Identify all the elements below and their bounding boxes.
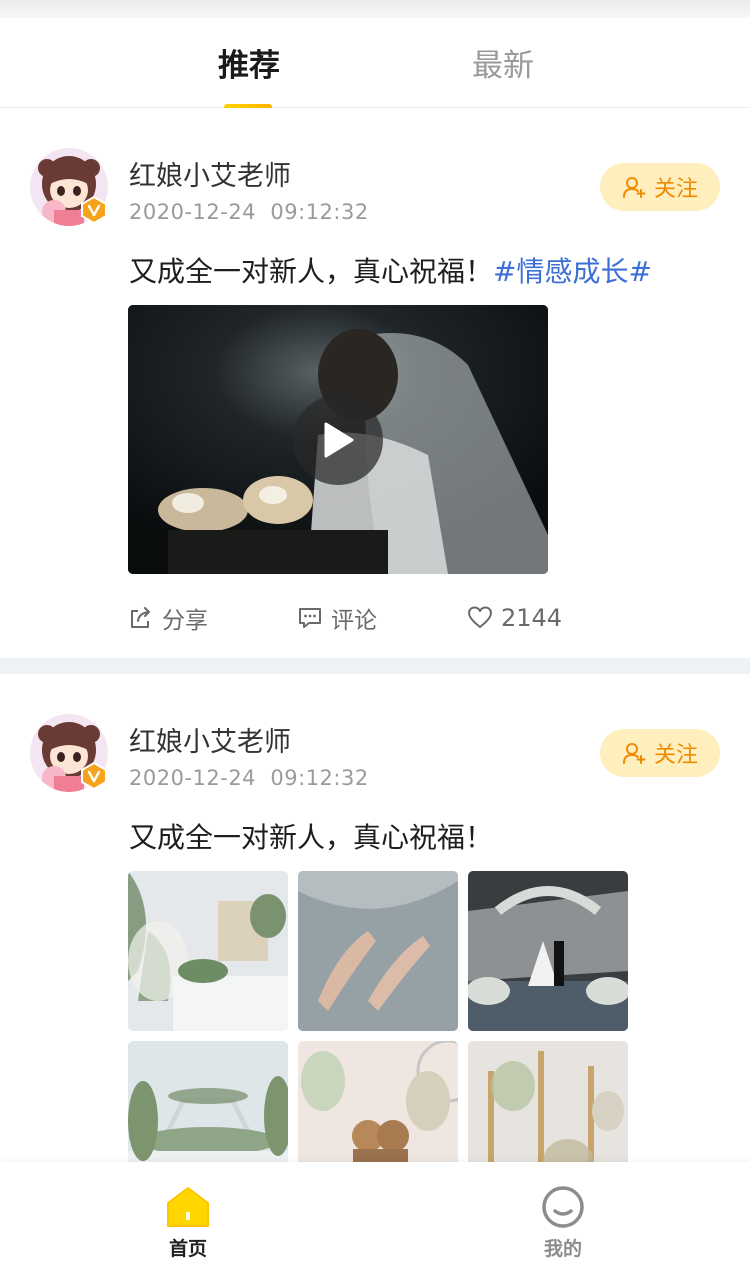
top-tab-bar: 推荐 最新 [0, 18, 750, 109]
grid-image-teddy-bears[interactable] [298, 1041, 458, 1162]
tab-latest[interactable]: 最新 [472, 44, 534, 88]
verified-badge-icon [81, 196, 107, 224]
feed-post: 红娘小艾老师 2020-12-24 09:12:32 关注 又成全一对新人，真心… [0, 108, 750, 658]
add-user-icon [622, 743, 646, 764]
verified-badge-icon [81, 762, 107, 790]
avatar[interactable] [30, 148, 108, 226]
comment-button[interactable]: 评论 [297, 598, 377, 638]
share-label: 分享 [162, 608, 208, 634]
post-date: 2020-12-24 09:12:32 [129, 200, 369, 224]
post-date: 2020-12-24 09:12:32 [129, 766, 369, 790]
like-count: 2144 [501, 604, 563, 632]
grid-image-couple-on-stage[interactable] [468, 871, 628, 1031]
post-divider [0, 658, 750, 674]
share-button[interactable]: 分享 [128, 598, 208, 638]
follow-button[interactable]: 关注 [600, 729, 720, 777]
nav-label: 我的 [543, 1238, 582, 1260]
grid-image-gold-arches[interactable] [468, 1041, 628, 1162]
comment-icon [299, 608, 321, 628]
play-icon [324, 422, 354, 458]
comment-label: 评论 [331, 608, 377, 634]
nav-label: 首页 [168, 1238, 207, 1260]
post-text: 又成全一对新人，真心祝福！#情感成长# [129, 250, 652, 290]
heart-icon [468, 606, 492, 628]
nav-item-profile[interactable]: 我的 [523, 1184, 603, 1261]
author-name[interactable]: 红娘小艾老师 [129, 154, 291, 193]
status-bar [0, 0, 750, 18]
author-name[interactable]: 红娘小艾老师 [129, 720, 291, 759]
post-actions: 分享 评论 2144 [0, 598, 750, 638]
play-button[interactable] [293, 395, 383, 485]
follow-button[interactable]: 关注 [600, 163, 720, 211]
smile-profile-icon [542, 1186, 584, 1228]
like-button[interactable]: 2144 [467, 598, 562, 638]
avatar[interactable] [30, 714, 108, 792]
nav-item-home[interactable]: 首页 [148, 1184, 228, 1261]
post-text: 又成全一对新人，真心祝福！ [129, 821, 494, 854]
hashtag-link[interactable]: #情感成长# [493, 255, 652, 288]
follow-label: 关注 [653, 743, 698, 768]
home-icon [167, 1187, 209, 1227]
feed-post: 红娘小艾老师 2020-12-24 09:12:32 关注 又成全一对新人，真心… [0, 674, 750, 1162]
grid-image-flower-arch[interactable] [128, 1041, 288, 1162]
bottom-navigation: 首页 我的 [0, 1162, 750, 1282]
share-icon [131, 607, 150, 628]
tab-recommended[interactable]: 推荐 [218, 44, 280, 88]
add-user-icon [622, 177, 646, 198]
grid-image-bridal-shoes[interactable] [298, 871, 458, 1031]
video-player[interactable] [128, 305, 548, 574]
post-body: 又成全一对新人，真心祝福！ [129, 255, 494, 288]
follow-label: 关注 [653, 177, 698, 202]
grid-image-wedding-table-flowers[interactable] [128, 871, 288, 1031]
